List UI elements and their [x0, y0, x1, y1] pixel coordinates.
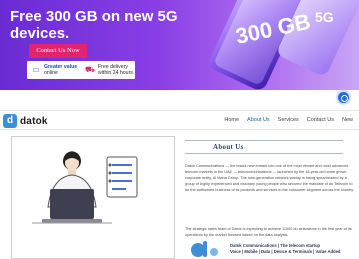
chat-widget-button[interactable] — [336, 90, 351, 105]
feature-1-text: online — [44, 70, 58, 76]
about-heading-box: About Us — [185, 140, 343, 154]
top-navigation: d datok Home About Us Services Contact U… — [0, 110, 359, 130]
about-heading: About Us — [213, 143, 244, 151]
contact-us-button[interactable]: Contact Us Now — [29, 44, 87, 58]
logo-text: datok — [20, 115, 48, 127]
datok-bottom-logo — [191, 241, 218, 257]
promo-banner: Free 300 GB on new 5G devices. Contact U… — [0, 0, 359, 90]
startup-line-2: Voice | Mobile | Data | Device & Termina… — [230, 249, 341, 254]
feature-strip: ▭ Greater value online ⛟ Free delivery wit… — [27, 61, 135, 79]
delivery-truck-icon: ⛟ — [84, 65, 96, 74]
banner-title: Free 300 GB on new 5G devices. — [10, 8, 178, 42]
startup-info: Datok Communications | The telecom start… — [230, 243, 358, 255]
feature-2-text: within 24 hours. — [98, 70, 135, 76]
nav-services[interactable]: Services — [278, 116, 299, 124]
nav-about-us[interactable]: About Us — [247, 116, 270, 124]
about-paragraph-2: The strategic sales team of Datok is exp… — [185, 227, 352, 238]
phones-illustration: 300 GB 5G — [209, 0, 359, 90]
nav-new[interactable]: New — [342, 116, 353, 124]
datok-logo[interactable]: d datok — [3, 114, 48, 128]
about-paragraph-1: Datok Communications — the brand-new ent… — [185, 164, 354, 193]
laptop-icon: ▭ — [32, 65, 40, 74]
logo-mark: d — [3, 114, 17, 128]
support-agent-illustration — [11, 136, 175, 259]
nav-contact-us[interactable]: Contact Us — [307, 116, 334, 124]
agent-drawing — [32, 151, 138, 224]
nav-links: Home About Us Services Contact Us New — [224, 116, 353, 124]
feature-greater-value: ▭ Greater value online — [31, 64, 77, 76]
feature-free-delivery: ⛟ Free delivery within 24 hours. — [85, 64, 134, 76]
phone-5g-badge: 5G — [315, 9, 334, 25]
nav-home[interactable]: Home — [224, 116, 239, 124]
